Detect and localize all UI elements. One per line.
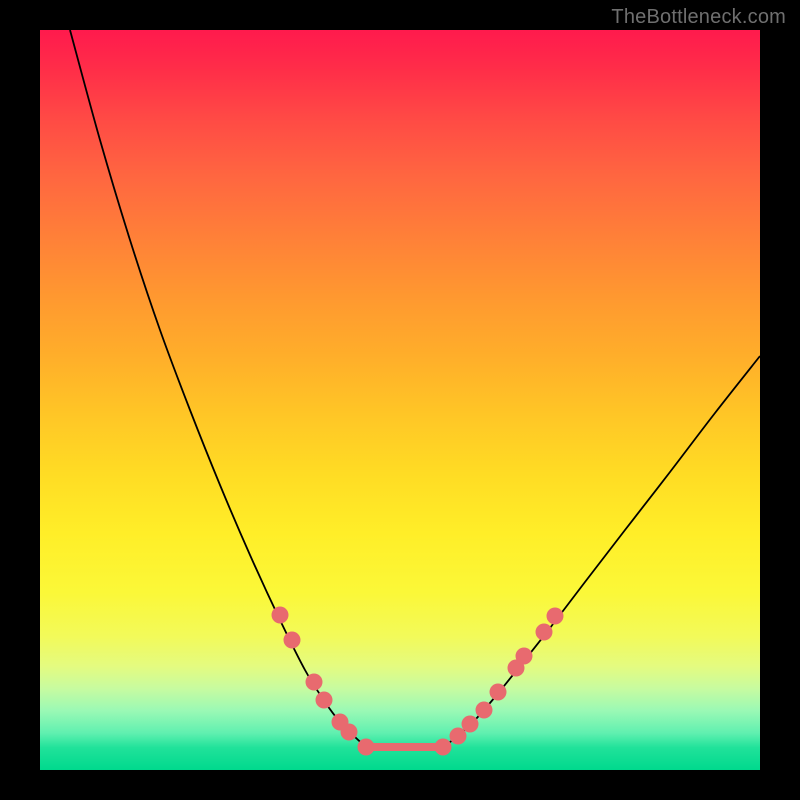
marker-group [272,607,564,756]
marker-dot [536,624,553,641]
marker-dot [316,692,333,709]
marker-dot [476,702,493,719]
marker-dot [284,632,301,649]
marker-dot [341,724,358,741]
marker-dot [462,716,479,733]
marker-dot [547,608,564,625]
curve-svg [40,30,760,770]
left-curve [70,30,366,747]
watermark-text: TheBottleneck.com [611,6,786,29]
plot-area [40,30,760,770]
marker-dot [490,684,507,701]
marker-dot [306,674,323,691]
marker-dot [358,739,375,756]
marker-dot [272,607,289,624]
chart-frame: TheBottleneck.com [0,0,800,800]
marker-dot [450,728,467,745]
marker-dot [516,648,533,665]
marker-dot [435,739,452,756]
